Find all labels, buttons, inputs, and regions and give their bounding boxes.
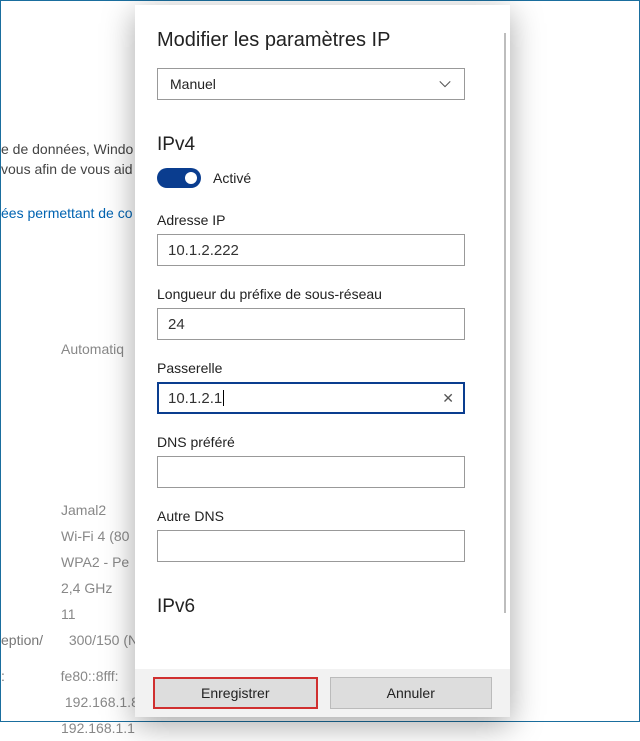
ip-address-value: 10.1.2.222 xyxy=(168,242,239,259)
subnet-prefix-label: Longueur du préfixe de sous-réseau xyxy=(157,286,488,302)
modal-scrollbar[interactable] xyxy=(504,33,506,613)
cancel-button-label: Annuler xyxy=(387,685,435,701)
bg-ssid: Jamal2 xyxy=(61,497,106,523)
ip-mode-select[interactable]: Manuel xyxy=(157,68,465,100)
text-caret-icon xyxy=(223,390,224,406)
dns-alt-label: Autre DNS xyxy=(157,508,488,524)
gateway-value: 10.1.2.1 xyxy=(168,390,222,407)
ip-address-input[interactable]: 10.1.2.222 xyxy=(157,234,465,266)
gateway-label: Passerelle xyxy=(157,360,488,376)
subnet-prefix-value: 24 xyxy=(168,316,185,333)
toggle-knob-icon xyxy=(185,172,197,184)
bg-ipv4b: 192.168.1.1 xyxy=(61,715,135,741)
bg-channel: 11 xyxy=(61,601,76,627)
ipv4-toggle[interactable] xyxy=(157,168,201,188)
clear-input-icon[interactable]: ✕ xyxy=(442,390,454,407)
ipv4-toggle-label: Activé xyxy=(213,170,251,186)
bg-rx-label: eption/ xyxy=(1,632,43,648)
bg-addr-label: : xyxy=(1,668,5,684)
bg-rx: 300/150 (N xyxy=(69,627,138,653)
dns-alt-input[interactable] xyxy=(157,530,465,562)
bg-security: WPA2 - Pe xyxy=(61,549,129,575)
ip-address-label: Adresse IP xyxy=(157,212,488,228)
bg-ipv6: fe80::8fff: xyxy=(61,663,119,689)
bg-ipv4a: 192.168.1.8 xyxy=(65,689,139,715)
ip-mode-value: Manuel xyxy=(170,76,216,92)
ip-settings-modal: Modifier les paramètres IP Manuel IPv4 A… xyxy=(135,5,510,717)
chevron-down-icon xyxy=(438,77,452,91)
save-button-label: Enregistrer xyxy=(201,685,269,701)
bg-band: 2,4 GHz xyxy=(61,575,112,601)
bg-proto: Wi-Fi 4 (80 xyxy=(61,523,129,549)
subnet-prefix-input[interactable]: 24 xyxy=(157,308,465,340)
ipv6-heading: IPv6 xyxy=(157,596,488,618)
save-button[interactable]: Enregistrer xyxy=(153,677,318,709)
modal-title: Modifier les paramètres IP xyxy=(157,29,488,52)
cancel-button[interactable]: Annuler xyxy=(330,677,493,709)
ipv4-heading: IPv4 xyxy=(157,134,488,156)
gateway-input[interactable]: 10.1.2.1 ✕ xyxy=(157,382,465,414)
modal-footer: Enregistrer Annuler xyxy=(135,669,510,717)
dns-preferred-label: DNS préféré xyxy=(157,434,488,450)
dns-preferred-input[interactable] xyxy=(157,456,465,488)
